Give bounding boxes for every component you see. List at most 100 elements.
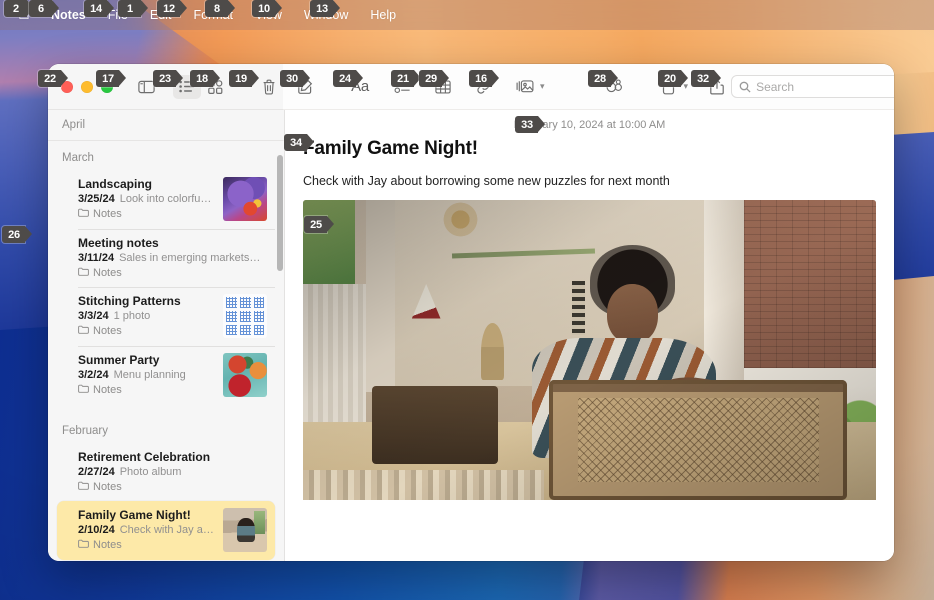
- month-header-march: March: [62, 152, 94, 164]
- folder-icon: [78, 384, 89, 396]
- badge-format: 24: [333, 70, 363, 87]
- note-preview: Sales in emerging markets…: [119, 252, 261, 264]
- note-folder: Notes: [78, 267, 267, 279]
- badge-file: 14: [84, 0, 114, 17]
- note-date: 3/25/24: [78, 193, 115, 205]
- list-item[interactable]: Retirement Celebration 2/27/24 Photo albu…: [57, 443, 275, 501]
- note-meta: 2/27/24 Photo album: [78, 466, 267, 478]
- badge-search: 32: [691, 70, 721, 87]
- note-date: 3/3/24: [78, 310, 109, 322]
- badge-gallery-view: 18: [190, 70, 220, 87]
- list-item[interactable]: Meeting notes 3/11/24 Sales in emerging m…: [57, 229, 275, 287]
- note-meta: 3/2/24 Menu planning: [78, 369, 215, 381]
- badge-photo: 25: [304, 216, 334, 233]
- folder-name: Notes: [93, 325, 122, 337]
- note-meta: 3/25/24 Look into colorfu…: [78, 193, 215, 205]
- folder-name: Notes: [93, 539, 122, 551]
- note-row-text: Landscaping 3/25/24 Look into colorfu… N…: [78, 177, 215, 221]
- badge-help: 13: [310, 0, 340, 17]
- note-preview: Look into colorfu…: [119, 193, 212, 205]
- note-date: 2/27/24: [78, 466, 115, 478]
- badge-edit: 1: [118, 0, 148, 17]
- badge-sidebar-toggle: 17: [96, 70, 126, 87]
- note-meta: 2/10/24 Check with Jay a…: [78, 524, 215, 536]
- trash-icon: [262, 79, 276, 95]
- media-chevron-down-icon[interactable]: ▾: [540, 81, 545, 92]
- list-item[interactable]: Summer Party 3/2/24 Menu planning Notes: [57, 346, 275, 405]
- folder-name: Notes: [93, 208, 122, 220]
- list-item[interactable]: Stitching Patterns 3/3/24 1 photo Notes: [57, 287, 275, 346]
- note-title: Landscaping: [78, 177, 153, 191]
- month-header-february: February: [62, 425, 109, 437]
- note-title: Family Game Night!: [78, 508, 191, 522]
- folder-name: Notes: [93, 481, 122, 493]
- page-title[interactable]: Family Game Night!: [285, 138, 894, 160]
- note-date: 3/2/24: [78, 369, 109, 381]
- badge-link: 16: [469, 70, 499, 87]
- badge-list-view: 23: [153, 70, 183, 87]
- note-preview: Photo album: [119, 466, 182, 478]
- photo-shadow-overlay: [303, 200, 876, 500]
- note-thumbnail: [223, 294, 267, 338]
- note-folder: Notes: [78, 325, 215, 337]
- badge-apple: 2: [4, 0, 34, 17]
- badge-collaborate: 28: [588, 70, 618, 87]
- thumbnail-window: [253, 510, 266, 534]
- note-folder: Notes: [78, 384, 215, 396]
- note-date: 3/11/24: [78, 252, 115, 264]
- note-photo[interactable]: [303, 200, 876, 500]
- note-title: Summer Party: [78, 353, 160, 367]
- sidebar-scrollbar[interactable]: [277, 155, 283, 271]
- sidebar-icon: [137, 80, 155, 94]
- note-folder: Notes: [78, 481, 267, 493]
- thumbnail-child: [237, 517, 255, 543]
- note-thumbnail: [223, 508, 267, 552]
- month-header-pinned: April: [48, 110, 284, 141]
- search-placeholder: Search: [756, 79, 795, 94]
- note-body-text[interactable]: Check with Jay about borrowing some new …: [285, 160, 894, 200]
- badge-desktop: 26: [2, 226, 32, 243]
- badge-note-title: 34: [284, 134, 314, 151]
- search-field[interactable]: Search: [731, 75, 894, 98]
- badge-note-date: 33: [515, 116, 545, 133]
- note-list-scroll-area[interactable]: March Landscaping 3/25/24 Look into color…: [48, 141, 284, 561]
- badge-delete-note: 19: [229, 70, 259, 87]
- minimize-button[interactable]: [81, 80, 93, 93]
- note-folder: Notes: [78, 539, 215, 551]
- badge-checklist: 21: [391, 70, 421, 87]
- badge-new-note: 30: [280, 70, 310, 87]
- badge-share: 20: [658, 70, 688, 87]
- search-icon: [739, 81, 751, 93]
- note-preview: 1 photo: [113, 310, 151, 322]
- folder-icon: [78, 539, 89, 551]
- badge-table: 29: [419, 70, 449, 87]
- note-title: Stitching Patterns: [78, 294, 181, 308]
- note-title: Retirement Celebration: [78, 450, 211, 464]
- folder-icon: [78, 325, 89, 337]
- desktop:  Notes File Edit Format View Window Hel…: [0, 0, 934, 600]
- window-body: April March Landscaping 3/25/24 Look into…: [48, 110, 894, 561]
- note-row-text: Family Game Night! 2/10/24 Check with Jay…: [78, 508, 215, 552]
- note-folder: Notes: [78, 208, 215, 220]
- list-item[interactable]: Landscaping 3/25/24 Look into colorfu… N…: [57, 170, 275, 229]
- folder-name: Notes: [93, 267, 122, 279]
- note-meta: 3/3/24 1 photo: [78, 310, 215, 322]
- media-button[interactable]: [511, 75, 539, 99]
- note-preview: Check with Jay a…: [119, 524, 214, 536]
- media-icon: [516, 79, 534, 94]
- note-row-text: Stitching Patterns 3/3/24 1 photo Notes: [78, 294, 215, 338]
- delete-note-button[interactable]: [255, 75, 283, 99]
- folder-name: Notes: [93, 384, 122, 396]
- note-row-text: Retirement Celebration 2/27/24 Photo albu…: [78, 450, 267, 493]
- badge-view: 8: [205, 0, 235, 17]
- note-thumbnail: [223, 353, 267, 397]
- badge-window: 10: [252, 0, 282, 17]
- note-timestamp: February 10, 2024 at 10:00 AM: [513, 119, 666, 131]
- folder-icon: [78, 267, 89, 279]
- note-date: 2/10/24: [78, 524, 115, 536]
- folder-icon: [78, 208, 89, 220]
- list-item-selected[interactable]: Family Game Night! 2/10/24 Check with Jay…: [57, 501, 275, 560]
- menu-item-help[interactable]: Help: [359, 8, 407, 22]
- badge-format: 12: [157, 0, 187, 17]
- badge-traffic-lights: 22: [38, 70, 68, 87]
